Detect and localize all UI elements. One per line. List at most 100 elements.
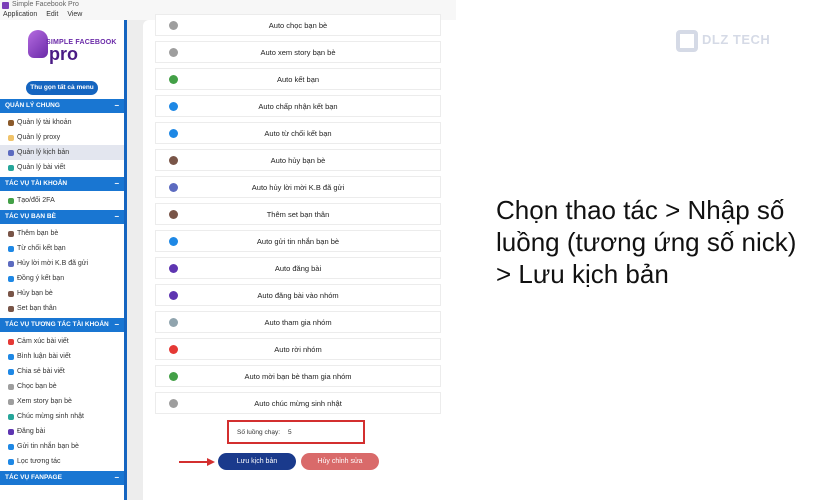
sidebar-item[interactable]: Chia sẻ bài viết [0,364,124,379]
sidebar-item-label: Đăng bài [17,428,46,435]
sidebar-items: Quản lý tài khoản Quản lý proxy Quản lý kị… [0,113,124,177]
sidebar-item[interactable]: Chúc mừng sinh nhật [0,409,124,424]
action-row[interactable]: Auto từ chối kết bạn [155,122,441,144]
sidebar-section-header[interactable]: TÁC VỤ TÀI KHOẢN − [0,177,124,191]
sidebar-item[interactable]: Đăng bài [0,424,124,439]
action-row[interactable]: Auto mời bạn bè tham gia nhóm [155,365,441,387]
sidebar-item-icon [8,197,14,204]
sidebar-item[interactable]: Thêm bạn bè [0,226,124,241]
sidebar-section-header[interactable]: TÁC VỤ BẠN BÈ − [0,210,124,224]
save-script-button[interactable]: Lưu kịch bản [218,453,296,470]
action-row[interactable]: Auto kết bạn [155,68,441,90]
sidebar-item-label: Tạo/đổi 2FA [17,197,55,204]
sidebar-item[interactable]: Từ chối kết bạn [0,241,124,256]
threads-input[interactable]: 5 [288,429,292,436]
sidebar-item[interactable]: Set bạn thân [0,301,124,316]
collapse-icon[interactable]: − [114,177,119,191]
sidebar-item-icon [8,149,14,156]
action-icon [169,372,178,381]
action-row[interactable]: Auto chúc mừng sinh nhật [155,392,441,414]
sidebar-item-icon [8,305,14,312]
action-row[interactable]: Auto chấp nhận kết bạn [155,95,441,117]
sidebar-section-header[interactable]: TÁC VỤ TƯƠNG TÁC TÀI KHOẢN − [0,318,124,332]
sidebar-item[interactable]: Quản lý kịch bản [0,145,124,160]
action-row[interactable]: Auto rời nhóm [155,338,441,360]
fox-logo-icon [28,30,48,58]
app-screenshot: Simple Facebook Pro Application Edit Vie… [0,0,456,500]
action-label: Auto chúc mừng sinh nhật [254,398,342,408]
action-icon [169,264,178,273]
action-label: Auto chọc bạn bè [268,20,328,30]
sidebar-item[interactable]: Tạo/đổi 2FA [0,193,124,208]
watermark-text: DLZ TECH [702,32,771,47]
cancel-edit-button[interactable]: Hủy chỉnh sửa [301,453,379,470]
sidebar-item[interactable]: Quản lý bài viết [0,160,124,175]
sidebar-item-label: Set bạn thân [17,305,57,312]
collapse-icon[interactable]: − [114,99,119,113]
sidebar-section-title: TÁC VỤ FANPAGE [5,474,62,481]
sidebar-section-header[interactable]: QUẢN LÝ CHUNG − [0,99,124,113]
sidebar-item[interactable]: Gửi tin nhắn bạn bè [0,439,124,454]
action-icon [169,237,178,246]
action-row[interactable]: Auto xem story bạn bè [155,41,441,63]
sidebar-item-icon [8,368,14,375]
sidebar-section: TÁC VỤ TƯƠNG TÁC TÀI KHOẢN − Cảm xúc bài v… [0,318,124,471]
sidebar-item[interactable]: Đồng ý kết bạn [0,271,124,286]
app-icon [2,2,9,9]
action-row[interactable]: Thêm set bạn thân [155,203,441,225]
action-label: Auto tham gia nhóm [264,317,332,327]
sidebar-item[interactable]: Hủy lời mời K.B đã gửi [0,256,124,271]
action-icon [169,129,178,138]
threads-label: Số luồng chạy: [237,428,281,436]
sidebar-item[interactable]: Lọc tương tác [0,454,124,469]
instruction-caption: Chọn thao tác > Nhập số luồng (tương ứng… [496,195,797,289]
sidebar-item-icon [8,230,14,237]
menu-application[interactable]: Application [3,10,37,20]
sidebar-item[interactable]: Chọc bạn bè [0,379,124,394]
action-icon [169,399,178,408]
sidebar-item-label: Quản lý bài viết [17,164,66,171]
action-label: Auto rời nhóm [274,344,322,354]
logo-big-text: pro [49,44,78,64]
sidebar-item-icon [8,260,14,267]
action-row[interactable]: Auto chọc bạn bè [155,14,441,36]
sidebar-item-label: Quản lý kịch bản [17,149,70,156]
sidebar-item-icon [8,413,14,420]
sidebar-item[interactable]: Cảm xúc bài viết [0,334,124,349]
sidebar-item-icon [8,383,14,390]
collapse-icon[interactable]: − [114,318,119,332]
action-row[interactable]: Auto tham gia nhóm [155,311,441,333]
threads-field[interactable]: Số luồng chạy: 5 [227,420,365,444]
sidebar-item[interactable]: Quản lý proxy [0,130,124,145]
menu-view[interactable]: View [67,10,82,20]
sidebar-item-label: Hủy bạn bè [17,290,53,297]
sidebar-item-label: Gửi tin nhắn bạn bè [17,443,79,450]
sidebar-sections: QUẢN LÝ CHUNG − Quản lý tài khoản Quản lý p… [0,99,124,489]
action-row[interactable]: Auto hủy bạn bè [155,149,441,171]
collapse-all-button[interactable]: Thu gọn tất cả menu [26,81,98,95]
sidebar-item-label: Quản lý proxy [17,134,61,141]
sidebar-section-title: TÁC VỤ TƯƠNG TÁC TÀI KHOẢN [5,321,109,328]
sidebar-item-label: Thêm bạn bè [17,230,59,237]
sidebar-section-header[interactable]: TÁC VỤ FANPAGE − [0,471,124,485]
menu-edit[interactable]: Edit [46,10,58,20]
action-row[interactable]: Auto hủy lời mời K.B đã gửi [155,176,441,198]
sidebar-item-label: Từ chối kết bạn [17,245,66,252]
action-row[interactable]: Auto đăng bài vào nhóm [155,284,441,306]
action-icon [169,102,178,111]
sidebar-item[interactable]: Bình luận bài viết [0,349,124,364]
sidebar-section: TÁC VỤ TÀI KHOẢN − Tạo/đổi 2FA [0,177,124,210]
collapse-icon[interactable]: − [114,471,119,485]
sidebar-item[interactable]: Xem story bạn bè [0,394,124,409]
sidebar-item-label: Quản lý tài khoản [17,119,72,126]
sidebar-item[interactable]: Quản lý tài khoản [0,115,124,130]
action-label: Auto đăng bài vào nhóm [257,290,339,300]
sidebar-item-icon [8,338,14,345]
sidebar-item[interactable]: Hủy bạn bè [0,286,124,301]
sidebar-item-label: Xem story bạn bè [17,398,72,405]
collapse-icon[interactable]: − [114,210,119,224]
sidebar-item-icon [8,428,14,435]
sidebar-item-icon [8,458,14,465]
action-row[interactable]: Auto đăng bài [155,257,441,279]
action-row[interactable]: Auto gửi tin nhắn bạn bè [155,230,441,252]
